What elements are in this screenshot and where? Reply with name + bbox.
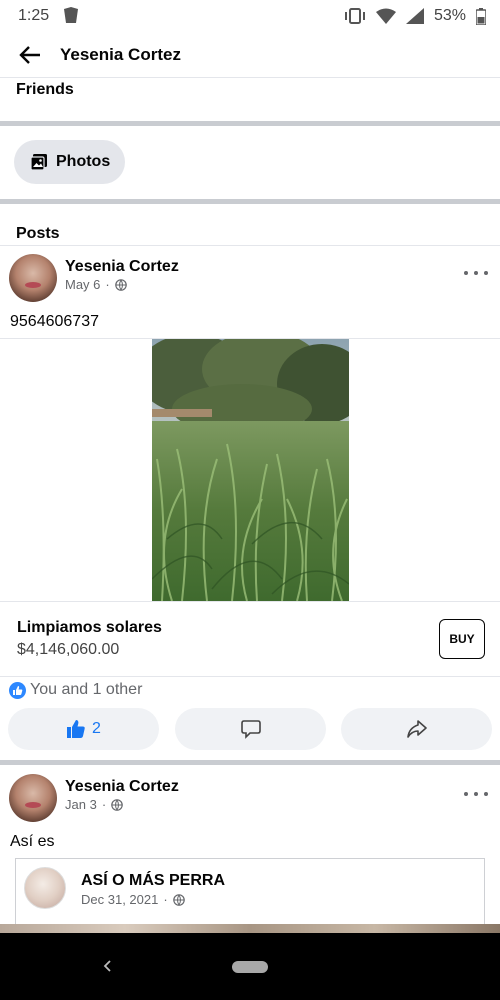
- listing-title[interactable]: Limpiamos solares: [17, 619, 162, 637]
- like-button[interactable]: 2: [8, 708, 159, 750]
- meta-separator: ·: [105, 277, 110, 292]
- post-text: Así es: [10, 833, 55, 850]
- photos-button[interactable]: Photos: [14, 140, 125, 184]
- share-button[interactable]: [341, 708, 492, 750]
- shared-author[interactable]: ASÍ O MÁS PERRA: [81, 872, 225, 890]
- avatar[interactable]: [9, 254, 57, 302]
- more-horizontal-icon[interactable]: [464, 265, 488, 281]
- arrow-left-icon: [19, 45, 40, 64]
- post-meta: Jan 3 ·: [65, 797, 123, 812]
- posts-section-label: Posts: [16, 225, 60, 242]
- buy-button[interactable]: BUY: [439, 619, 485, 659]
- status-time: 1:25: [18, 7, 50, 24]
- page-title: Yesenia Cortez: [60, 44, 181, 64]
- post-author[interactable]: Yesenia Cortez: [65, 258, 179, 276]
- comment-button[interactable]: [175, 708, 326, 750]
- like-count: 2: [92, 720, 101, 737]
- meta-separator: ·: [163, 892, 168, 907]
- battery-icon: [476, 7, 486, 25]
- shared-avatar[interactable]: [24, 867, 66, 909]
- reactions-text: You and 1 other: [30, 681, 143, 698]
- system-nav-bar: [0, 933, 500, 1000]
- post-separator: [0, 760, 500, 765]
- post-meta: May 6 ·: [65, 277, 127, 292]
- globe-icon: [114, 278, 127, 291]
- cell-signal-icon: [405, 8, 424, 24]
- section-divider: [0, 245, 500, 246]
- globe-icon: [172, 893, 185, 906]
- post-divider: [0, 676, 500, 677]
- avatar[interactable]: [9, 774, 57, 822]
- chevron-left-icon[interactable]: [100, 958, 116, 974]
- post-author[interactable]: Yesenia Cortez: [65, 778, 179, 796]
- comment-icon: [240, 720, 261, 739]
- friends-section-label[interactable]: Friends: [16, 81, 74, 99]
- globe-icon: [111, 798, 123, 811]
- thumbs-up-icon: [9, 681, 26, 699]
- home-pill[interactable]: [232, 961, 268, 973]
- status-bar: 1:25 53%: [0, 0, 500, 32]
- section-divider: [0, 121, 500, 126]
- app-bar: Yesenia Cortez: [0, 32, 500, 78]
- photos-button-label: Photos: [56, 153, 111, 170]
- shared-meta: Dec 31, 2021 ·: [81, 892, 185, 907]
- wifi-icon: [375, 8, 396, 24]
- post-divider: [0, 601, 500, 602]
- post-photo[interactable]: [152, 339, 349, 601]
- shield-notification-icon: [64, 7, 79, 23]
- listing-price: $4,146,060.00: [17, 641, 120, 658]
- section-divider: [0, 199, 500, 204]
- shared-date[interactable]: Dec 31, 2021: [81, 892, 158, 907]
- share-icon: [406, 720, 427, 738]
- post-date[interactable]: May 6: [65, 277, 100, 292]
- more-horizontal-icon[interactable]: [464, 786, 488, 802]
- vibrate-icon: [344, 8, 365, 24]
- reactions-summary[interactable]: You and 1 other: [9, 681, 142, 699]
- battery-percent: 53%: [433, 7, 466, 24]
- post-date[interactable]: Jan 3: [65, 797, 97, 812]
- meta-separator: ·: [101, 797, 107, 812]
- thumbs-up-icon: [67, 720, 85, 738]
- photo-album-icon: [30, 154, 47, 171]
- back-button[interactable]: [16, 41, 44, 69]
- post-text: 9564606737: [10, 313, 99, 330]
